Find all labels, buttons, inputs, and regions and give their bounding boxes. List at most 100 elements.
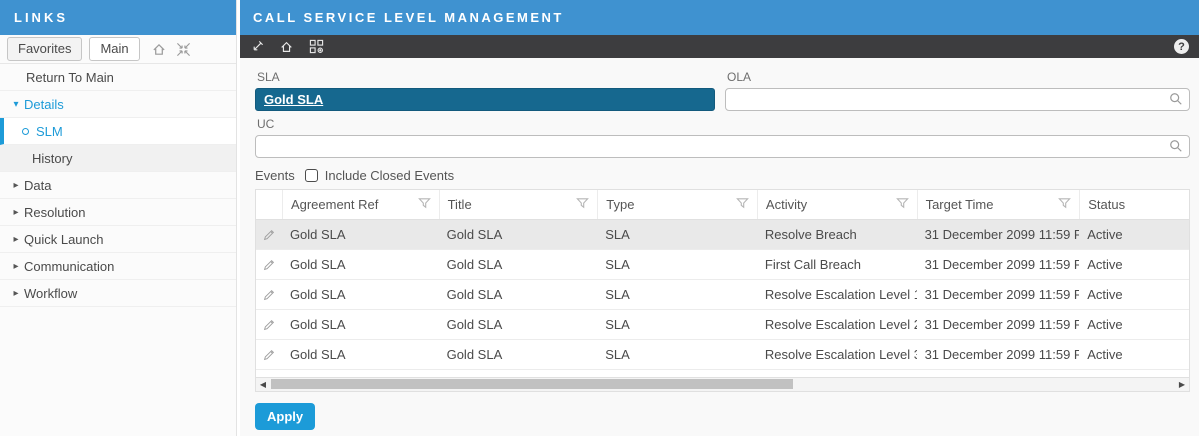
cell-status: Active (1079, 310, 1189, 339)
filter-icon[interactable] (576, 197, 589, 213)
header-edit-column (256, 190, 282, 219)
include-closed-checkbox[interactable] (305, 169, 318, 182)
filter-icon[interactable] (896, 197, 909, 213)
sidebar-item-details[interactable]: ▾ Details (0, 91, 236, 118)
edit-pencil-icon[interactable] (262, 228, 276, 242)
chevron-right-icon: ▸ (8, 180, 24, 191)
search-icon[interactable] (1169, 92, 1183, 111)
header-status[interactable]: Status (1079, 190, 1189, 219)
main-panel: CALL SERVICE LEVEL MANAGEMENT ? SLA (240, 0, 1199, 436)
cell-title: Gold SLA (439, 280, 598, 309)
sidebar-item-data[interactable]: ▸ Data (0, 172, 236, 199)
cell-type: SLA (597, 250, 757, 279)
home-icon[interactable] (151, 42, 167, 57)
page-title: CALL SERVICE LEVEL MANAGEMENT (240, 0, 1199, 35)
scroll-left-arrow-icon[interactable]: ◀ (256, 378, 270, 390)
sidebar-item-slm[interactable]: SLM (0, 118, 236, 145)
app-window: LINKS Favorites Main Re (0, 0, 1199, 436)
sidebar-title: LINKS (0, 0, 236, 35)
header-target-time[interactable]: Target Time (917, 190, 1080, 219)
tab-favorites[interactable]: Favorites (7, 37, 82, 61)
header-agreement-ref[interactable]: Agreement Ref (282, 190, 439, 219)
cell-type: SLA (597, 310, 757, 339)
table-row[interactable]: Gold SLA Gold SLA SLA Resolve Escalation… (256, 310, 1189, 340)
cell-target-time: 31 December 2099 11:59 PM (917, 310, 1080, 339)
table-empty-space (256, 370, 1189, 377)
sla-field[interactable]: Gold SLA (255, 88, 715, 111)
filter-icon[interactable] (418, 197, 431, 213)
sidebar-item-return-to-main[interactable]: Return To Main (0, 64, 236, 91)
cell-target-time: 31 December 2099 11:59 PM (917, 220, 1080, 249)
cell-agreement-ref: Gold SLA (282, 310, 439, 339)
header-type[interactable]: Type (597, 190, 757, 219)
sidebar-item-workflow[interactable]: ▸ Workflow (0, 280, 236, 307)
cell-type: SLA (597, 340, 757, 369)
cell-title: Gold SLA (439, 340, 598, 369)
apply-button[interactable]: Apply (255, 403, 315, 430)
table-row[interactable]: Gold SLA Gold SLA SLA First Call Breach … (256, 250, 1189, 280)
chevron-right-icon: ▸ (8, 207, 24, 218)
cell-target-time: 31 December 2099 11:59 PM (917, 280, 1080, 309)
events-label: Events (255, 168, 295, 183)
edit-pencil-icon[interactable] (262, 348, 276, 362)
cell-activity: Resolve Breach (757, 220, 917, 249)
include-closed-label: Include Closed Events (325, 168, 454, 183)
cell-agreement-ref: Gold SLA (282, 340, 439, 369)
ola-input[interactable] (725, 88, 1190, 111)
uc-label: UC (257, 117, 1190, 131)
cell-agreement-ref: Gold SLA (282, 220, 439, 249)
sidebar-item-quick-launch[interactable]: ▸ Quick Launch (0, 226, 236, 253)
toolbar: ? (240, 35, 1199, 58)
pin-icon[interactable] (250, 40, 264, 54)
table-row[interactable]: Gold SLA Gold SLA SLA Resolve Breach 31 … (256, 220, 1189, 250)
filter-icon[interactable] (1058, 197, 1071, 213)
events-table-body: Gold SLA Gold SLA SLA Resolve Breach 31 … (256, 220, 1189, 370)
sla-label: SLA (257, 70, 715, 84)
ola-label: OLA (727, 70, 1190, 84)
tab-main[interactable]: Main (89, 37, 139, 61)
table-row[interactable]: Gold SLA Gold SLA SLA Resolve Escalation… (256, 280, 1189, 310)
chevron-right-icon: ▸ (8, 288, 24, 299)
sla-value-link[interactable]: Gold SLA (264, 92, 323, 107)
cell-status: Active (1079, 280, 1189, 309)
cell-title: Gold SLA (439, 310, 598, 339)
cell-title: Gold SLA (439, 250, 598, 279)
edit-pencil-icon[interactable] (262, 288, 276, 302)
cell-type: SLA (597, 280, 757, 309)
sidebar-nav: Return To Main ▾ Details SLM History ▸ D… (0, 64, 236, 307)
cell-activity: Resolve Escalation Level 1 (757, 280, 917, 309)
scroll-right-arrow-icon[interactable]: ▶ (1175, 378, 1189, 390)
scrollbar-thumb[interactable] (271, 379, 793, 389)
cell-activity: Resolve Escalation Level 3 (757, 340, 917, 369)
filter-icon[interactable] (736, 197, 749, 213)
sidebar-item-resolution[interactable]: ▸ Resolution (0, 199, 236, 226)
table-row[interactable]: Gold SLA Gold SLA SLA Resolve Escalation… (256, 340, 1189, 370)
edit-pencil-icon[interactable] (262, 318, 276, 332)
cell-agreement-ref: Gold SLA (282, 250, 439, 279)
cell-title: Gold SLA (439, 220, 598, 249)
horizontal-scrollbar[interactable]: ◀ ▶ (255, 378, 1190, 392)
sidebar-item-history[interactable]: History (0, 145, 236, 172)
header-activity[interactable]: Activity (757, 190, 917, 219)
cell-type: SLA (597, 220, 757, 249)
home-icon[interactable] (279, 40, 294, 54)
help-icon[interactable]: ? (1174, 39, 1189, 54)
uc-input[interactable] (255, 135, 1190, 158)
form-area: SLA Gold SLA OLA UC (240, 58, 1199, 430)
cell-activity: First Call Breach (757, 250, 917, 279)
links-sidebar: LINKS Favorites Main Re (0, 0, 237, 436)
search-icon[interactable] (1169, 139, 1183, 158)
cell-target-time: 31 December 2099 11:59 PM (917, 250, 1080, 279)
grid-settings-icon[interactable] (309, 39, 324, 54)
cell-agreement-ref: Gold SLA (282, 280, 439, 309)
circle-bullet-icon (22, 128, 29, 135)
header-title[interactable]: Title (439, 190, 598, 219)
collapse-icon[interactable] (176, 42, 191, 57)
cell-status: Active (1079, 250, 1189, 279)
cell-activity: Resolve Escalation Level 2 (757, 310, 917, 339)
chevron-right-icon: ▸ (8, 261, 24, 272)
events-table-header: Agreement Ref Title Type Activity (256, 190, 1189, 220)
edit-pencil-icon[interactable] (262, 258, 276, 272)
sidebar-item-communication[interactable]: ▸ Communication (0, 253, 236, 280)
sidebar-tab-row: Favorites Main (0, 35, 236, 64)
